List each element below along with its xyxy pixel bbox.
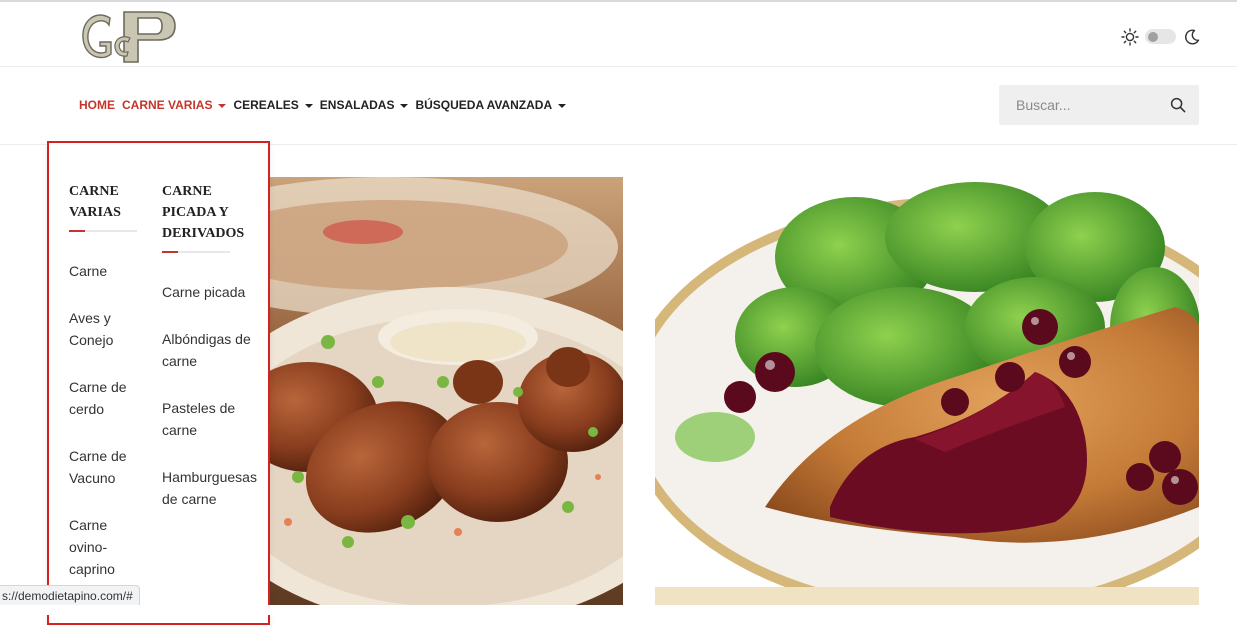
column-title-line: VARIAS xyxy=(69,205,121,220)
menu-link-aves-conejo[interactable]: Aves y Conejo xyxy=(69,307,113,351)
nav-item-label: CARNE VARIAS xyxy=(122,98,213,112)
menu-link-line: cerdo xyxy=(69,401,105,417)
menu-link-line: carne xyxy=(162,422,198,438)
column-title[interactable]: CARNE VARIAS xyxy=(69,181,121,223)
menu-link-line: Albóndigas de xyxy=(162,331,251,347)
nav-item-label: HOME xyxy=(79,98,115,112)
menu-link-carne-vacuno[interactable]: Carne de Vacuno xyxy=(69,445,127,489)
menu-link-pasteles[interactable]: Pasteles de carne xyxy=(162,397,235,441)
column-divider-accent xyxy=(162,251,178,253)
site-header xyxy=(0,2,1237,67)
menu-link-line: Carne xyxy=(69,517,108,533)
main-menu: HOME CARNE VARIAS CEREALES ENSALADAS BÚSQUED… xyxy=(79,98,573,112)
menu-link-line: Vacuno xyxy=(69,470,116,486)
dark-mode-toggle[interactable] xyxy=(1145,29,1176,44)
nav-item-label: ENSALADAS xyxy=(319,98,395,112)
menu-link-line: Pasteles de xyxy=(162,400,236,416)
column-divider xyxy=(162,251,230,253)
menu-link-carne-ovino-caprino[interactable]: Carne ovino- caprino xyxy=(69,514,115,580)
menu-link-carne[interactable]: Carne xyxy=(69,260,107,282)
menu-link-line: Hamburguesas xyxy=(162,469,257,485)
search-box xyxy=(999,85,1199,125)
column-title-line: DERIVADOS xyxy=(162,226,245,241)
site-logo[interactable] xyxy=(78,6,178,66)
nav-item-búsqueda-avanzada[interactable]: BÚSQUEDA AVANZADA xyxy=(415,98,567,112)
menu-link-line: Carne de xyxy=(69,448,127,464)
chevron-down-icon xyxy=(558,103,567,108)
chicken-drumsticks-image[interactable] xyxy=(268,177,623,607)
search-icon[interactable] xyxy=(1170,97,1186,113)
chevron-down-icon xyxy=(218,103,227,108)
menu-link-line: Carne picada xyxy=(162,284,246,300)
link-status-bar: s://demodietapino.com/# xyxy=(0,585,140,607)
column-title[interactable]: CARNE PICADA Y DERIVADOS xyxy=(162,181,244,244)
column-title-line: CARNE xyxy=(162,184,212,199)
column-divider-accent xyxy=(69,230,85,232)
menu-link-carne-cerdo[interactable]: Carne de cerdo xyxy=(69,376,127,420)
nav-item-label: BÚSQUEDA AVANZADA xyxy=(415,98,553,112)
menu-link-line: Aves y xyxy=(69,310,111,326)
nav-item-cereales[interactable]: CEREALES xyxy=(233,98,313,112)
menu-link-line: caprino xyxy=(69,561,115,577)
chevron-down-icon xyxy=(304,103,313,108)
nav-item-label: CEREALES xyxy=(233,98,299,112)
column-title-line: CARNE xyxy=(69,184,119,199)
column-divider xyxy=(69,230,137,232)
nav-item-carne-varias[interactable]: CARNE VARIAS xyxy=(122,98,227,112)
menu-link-line: carne xyxy=(162,353,198,369)
theme-switcher xyxy=(1121,26,1201,48)
main-navigation-bar: HOME CARNE VARIAS CEREALES ENSALADAS BÚSQUED… xyxy=(0,67,1237,145)
bottom-edge xyxy=(0,605,1237,615)
chevron-down-icon xyxy=(400,103,409,108)
menu-link-hamburguesas[interactable]: Hamburguesas de carne xyxy=(162,466,257,510)
menu-link-carne-picada[interactable]: Carne picada xyxy=(162,281,245,303)
toggle-knob xyxy=(1148,32,1158,42)
carne-varias-mega-menu: CARNE VARIAS Carne Aves y Conejo Carne d… xyxy=(47,141,270,625)
nav-item-home[interactable]: HOME xyxy=(79,98,115,112)
menu-link-line: Carne de xyxy=(69,379,127,395)
sun-icon[interactable] xyxy=(1121,28,1139,46)
moon-icon[interactable] xyxy=(1183,28,1201,46)
menu-link-line: Carne xyxy=(69,263,108,279)
column-title-line: PICADA Y xyxy=(162,205,229,220)
menu-link-albondigas[interactable]: Albóndigas de carne xyxy=(162,328,251,372)
nav-item-ensaladas[interactable]: ENSALADAS xyxy=(320,98,409,112)
menu-link-line: ovino- xyxy=(69,539,108,555)
duck-berry-sauce-image[interactable] xyxy=(655,177,1199,607)
menu-link-line: de carne xyxy=(162,491,217,507)
search-input[interactable] xyxy=(999,85,1166,125)
menu-link-line: Conejo xyxy=(69,332,114,348)
